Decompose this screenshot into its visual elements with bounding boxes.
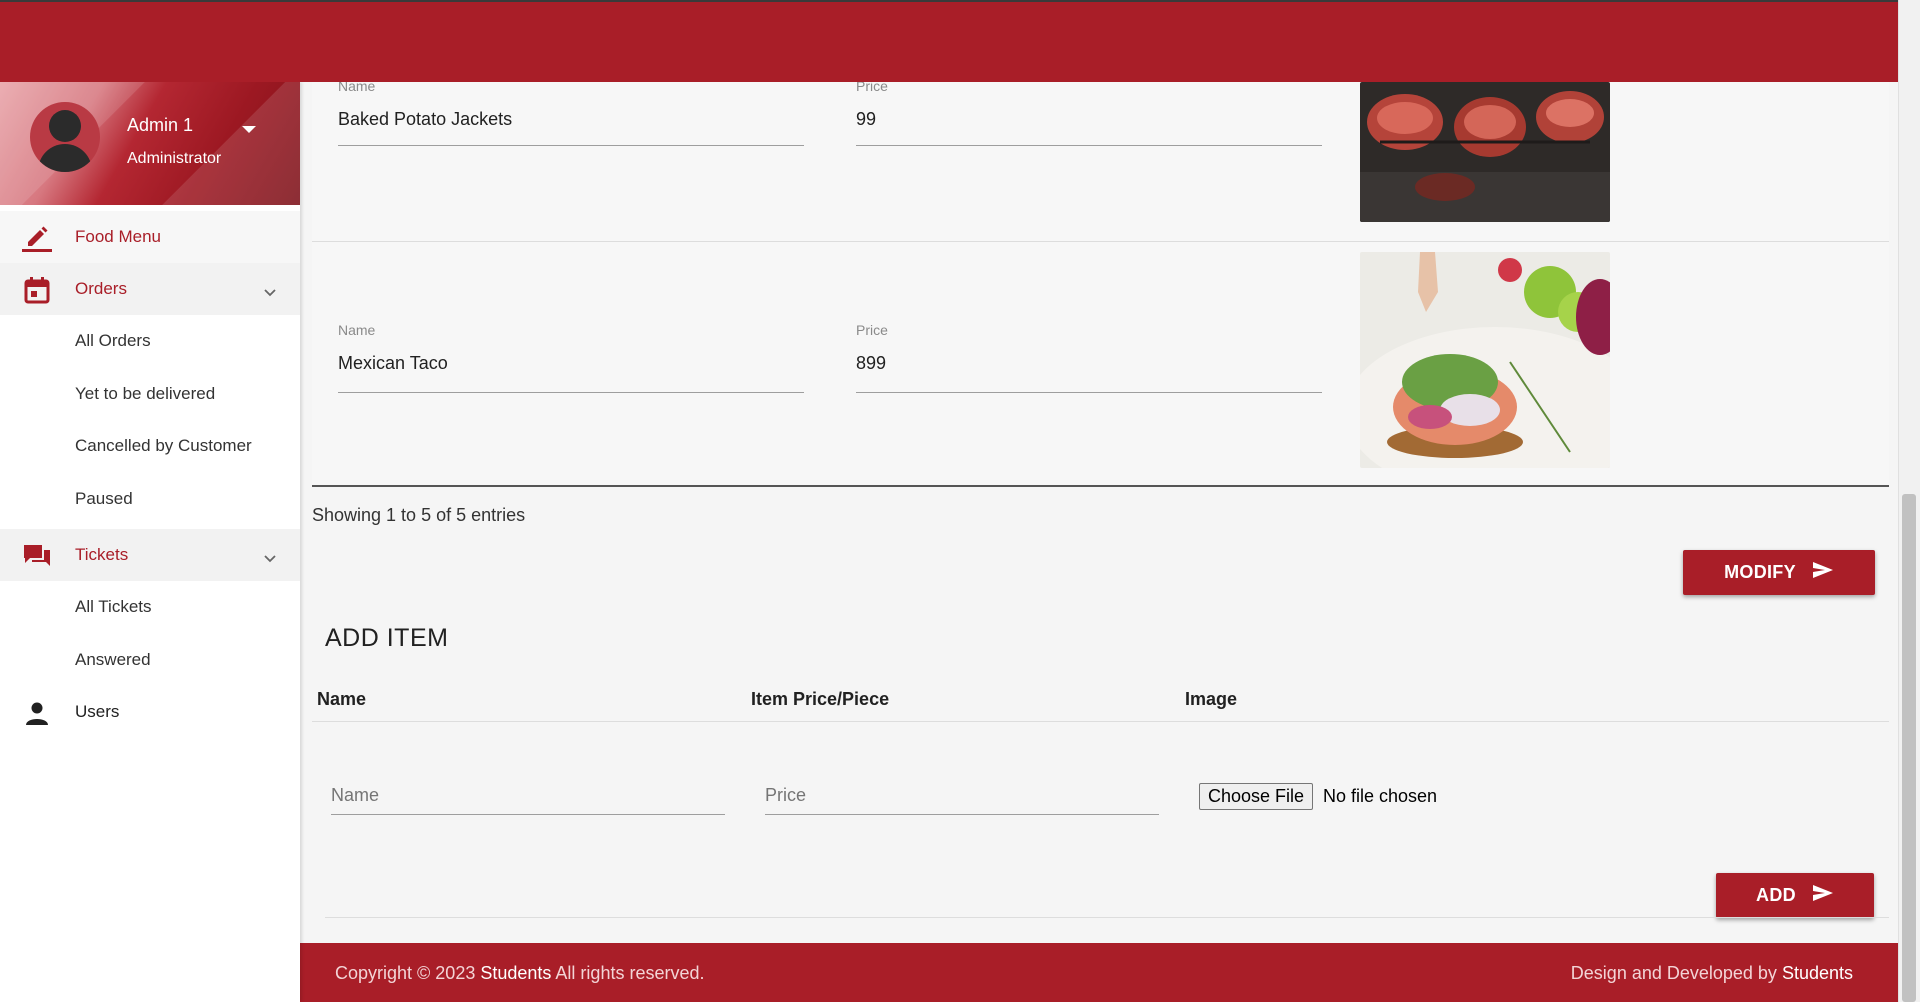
sidebar-item-tickets[interactable]: Tickets xyxy=(0,529,300,581)
header-divider xyxy=(312,721,1889,722)
sidebar-item-label: Orders xyxy=(75,279,127,298)
modify-button-label: MODIFY xyxy=(1724,562,1796,582)
copyright-brand-link[interactable]: Students xyxy=(480,963,551,983)
entries-info: Showing 1 to 5 of 5 entries xyxy=(312,505,526,525)
credit-prefix: Design and Developed by xyxy=(1570,963,1782,983)
price-field-underline xyxy=(856,392,1322,393)
column-header-price: Item Price/Piece xyxy=(751,689,890,709)
sidebar-subitem-paused[interactable]: Paused xyxy=(0,473,300,526)
credit-brand-link[interactable]: Students xyxy=(1782,963,1853,983)
name-field-underline xyxy=(338,145,804,146)
caret-down-icon[interactable] xyxy=(242,126,256,133)
send-icon xyxy=(1812,561,1834,584)
column-header-name: Name xyxy=(317,689,367,709)
person-icon xyxy=(22,699,52,727)
developer-credit: Design and Developed by Students xyxy=(1571,963,1853,984)
modify-button[interactable]: MODIFY xyxy=(1683,550,1875,595)
chevron-down-icon[interactable] xyxy=(263,549,277,569)
scrollbar-thumb[interactable] xyxy=(1902,494,1916,1002)
avatar[interactable] xyxy=(30,102,100,172)
name-field-value[interactable]: Baked Potato Jackets xyxy=(338,109,512,130)
footer: Copyright © 2023 Students All rights res… xyxy=(300,943,1898,1002)
top-app-bar xyxy=(0,0,1898,82)
add-button-label: ADD xyxy=(1756,885,1796,905)
pencil-icon xyxy=(22,224,52,252)
sidebar-item-food-menu[interactable]: Food Menu xyxy=(0,211,300,263)
copyright-prefix: Copyright © 2023 xyxy=(335,963,481,983)
vertical-scrollbar[interactable] xyxy=(1898,0,1920,1002)
avatar-body-shape xyxy=(38,144,92,172)
price-field-underline xyxy=(856,145,1322,146)
sidebar-item-label: Food Menu xyxy=(75,227,161,246)
choose-file-button[interactable]: Choose File xyxy=(1199,783,1314,810)
avatar-head-shape xyxy=(49,110,81,142)
add-button[interactable]: ADD xyxy=(1716,873,1874,918)
chevron-down-icon[interactable] xyxy=(263,283,277,303)
menu-item-row: Name Mexican Taco Price 899 xyxy=(312,242,1889,487)
profile-name[interactable]: Admin 1 xyxy=(127,115,193,136)
profile-decor-stripe xyxy=(149,82,300,205)
add-item-title: ADD ITEM xyxy=(325,624,449,652)
profile-role: Administrator xyxy=(127,150,222,167)
sidebar-subitem-all-orders[interactable]: All Orders xyxy=(0,315,300,368)
sidebar-item-label: Tickets xyxy=(75,545,129,564)
sidebar-subitem-yet-to-be-delivered[interactable]: Yet to be delivered xyxy=(0,368,300,421)
send-icon xyxy=(1812,884,1834,907)
form-divider xyxy=(325,917,1889,918)
price-input[interactable] xyxy=(765,765,1159,815)
grilled-salmon-photo xyxy=(1360,82,1610,222)
copyright-suffix: All rights reserved. xyxy=(551,963,705,983)
price-field-value[interactable]: 899 xyxy=(856,353,886,374)
menu-item-row: Name Baked Potato Jackets Price 99 xyxy=(312,78,1889,242)
copyright-text: Copyright © 2023 Students All rights res… xyxy=(335,963,704,984)
sidebar-item-orders[interactable]: Orders xyxy=(0,263,300,315)
file-status-text: No file chosen xyxy=(1323,786,1438,806)
price-field-label: Price xyxy=(856,322,888,338)
column-header-image: Image xyxy=(1185,689,1238,709)
sidebar-item-users[interactable]: Users xyxy=(0,686,300,738)
name-input[interactable] xyxy=(331,765,725,815)
name-field-value[interactable]: Mexican Taco xyxy=(338,353,448,374)
taco-photo xyxy=(1360,252,1610,468)
name-field-underline xyxy=(338,392,804,393)
name-field-label: Name xyxy=(338,322,376,338)
sidebar-subitem-answered[interactable]: Answered xyxy=(0,634,300,687)
sidebar-item-label: Users xyxy=(75,702,120,721)
calendar-icon xyxy=(22,276,52,304)
profile-panel: Admin 1 Administrator xyxy=(0,82,300,205)
price-field-value[interactable]: 99 xyxy=(856,109,876,130)
main-content: Name Baked Potato Jackets Price 99 Name … xyxy=(300,0,1898,1002)
chat-icon xyxy=(22,542,52,570)
sidebar: Admin 1 Administrator Food Menu Orders A… xyxy=(0,82,300,1002)
sidebar-nav: Food Menu Orders All Orders Yet to be de… xyxy=(0,211,300,738)
sidebar-subitem-cancelled[interactable]: Cancelled by Customer xyxy=(0,420,300,473)
sidebar-subitem-all-tickets[interactable]: All Tickets xyxy=(0,581,300,634)
